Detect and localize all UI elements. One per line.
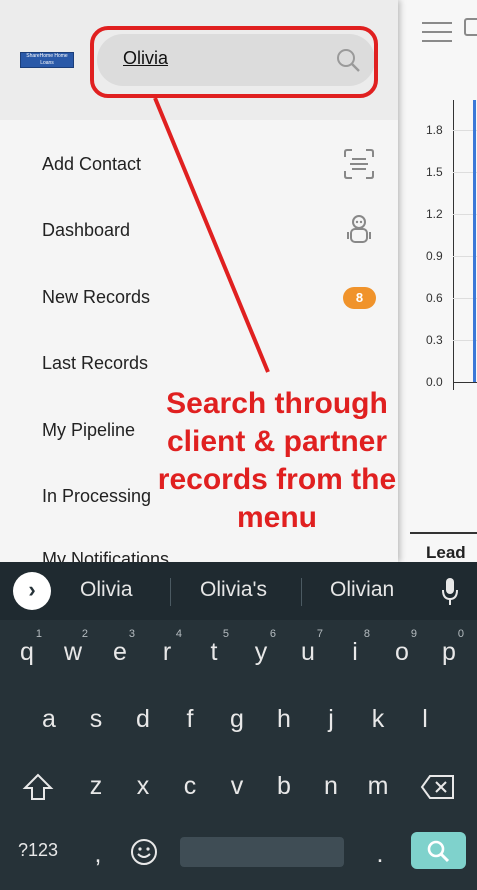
key-period[interactable]: . <box>370 840 390 869</box>
chevron-right-icon[interactable]: › <box>13 572 51 610</box>
key-b[interactable]: b <box>273 772 295 801</box>
suggestion-1[interactable]: Olivia <box>80 578 133 602</box>
key-w[interactable]: w2 <box>62 628 88 667</box>
key-t[interactable]: t5 <box>203 628 229 667</box>
background-app: 1.8 1.5 1.2 0.9 0.6 0.3 0.0 Lead <box>398 0 477 562</box>
key-k[interactable]: k <box>367 705 389 734</box>
key-n[interactable]: n <box>320 772 342 801</box>
space-bar[interactable] <box>180 837 344 867</box>
key-a[interactable]: a <box>38 705 60 734</box>
key-g[interactable]: g <box>226 705 248 734</box>
filter-icon[interactable] <box>464 18 477 36</box>
key-c[interactable]: c <box>179 772 201 801</box>
key-r[interactable]: r4 <box>156 628 182 667</box>
key-i[interactable]: i8 <box>344 628 370 667</box>
key-comma[interactable]: , <box>88 840 108 869</box>
key-y[interactable]: y6 <box>250 628 276 667</box>
chart-tick-label: 1.2 <box>426 207 443 221</box>
key-o[interactable]: o9 <box>391 628 417 667</box>
key-q[interactable]: q1 <box>16 628 42 667</box>
chart-tick-label: 1.5 <box>426 165 443 179</box>
chart-tick-label: 0.0 <box>426 375 443 389</box>
chart-series-line <box>473 100 476 382</box>
hamburger-menu-icon[interactable] <box>422 22 452 44</box>
key-h[interactable]: h <box>273 705 295 734</box>
background-lead-label: Lead <box>426 543 466 562</box>
search-key[interactable] <box>411 832 466 869</box>
on-screen-keyboard: › Olivia Olivia's Olivian q1 w2 e3 r4 t5… <box>0 562 477 890</box>
key-j[interactable]: j <box>320 705 342 734</box>
key-z[interactable]: z <box>85 772 107 801</box>
microphone-icon[interactable] <box>440 576 460 608</box>
chart-tick-label: 0.9 <box>426 249 443 263</box>
key-m[interactable]: m <box>367 772 389 801</box>
suggestion-3[interactable]: Olivian <box>330 578 394 602</box>
search-key-icon <box>427 840 450 863</box>
key-p[interactable]: p0 <box>438 628 464 667</box>
annotation-callout: Search through client & partner records … <box>157 387 397 534</box>
key-l[interactable]: l <box>414 705 436 734</box>
suggestion-divider <box>301 578 302 606</box>
key-u[interactable]: u7 <box>297 628 323 667</box>
suggestion-bar: › Olivia Olivia's Olivian <box>0 562 477 620</box>
chart-tick-label: 0.6 <box>426 291 443 305</box>
suggestion-2[interactable]: Olivia's <box>200 578 267 602</box>
shift-icon[interactable] <box>22 772 54 802</box>
key-d[interactable]: d <box>132 705 154 734</box>
key-e[interactable]: e3 <box>109 628 135 667</box>
key-s[interactable]: s <box>85 705 107 734</box>
chart-y-axis <box>453 100 454 390</box>
chart-x-axis <box>453 382 477 383</box>
key-v[interactable]: v <box>226 772 248 801</box>
chart-tick-label: 1.8 <box>426 123 443 137</box>
chart-tick-label: 0.3 <box>426 333 443 347</box>
navigation-drawer: ShareHome Home Loans Olivia Add Contact … <box>0 0 398 562</box>
symbols-key[interactable]: ?123 <box>10 840 66 861</box>
background-divider <box>410 532 477 534</box>
emoji-icon[interactable] <box>130 838 158 866</box>
key-x[interactable]: x <box>132 772 154 801</box>
backspace-icon[interactable] <box>420 774 456 800</box>
suggestion-divider <box>170 578 171 606</box>
key-f[interactable]: f <box>179 705 201 734</box>
background-chart: 1.8 1.5 1.2 0.9 0.6 0.3 0.0 <box>398 90 477 410</box>
